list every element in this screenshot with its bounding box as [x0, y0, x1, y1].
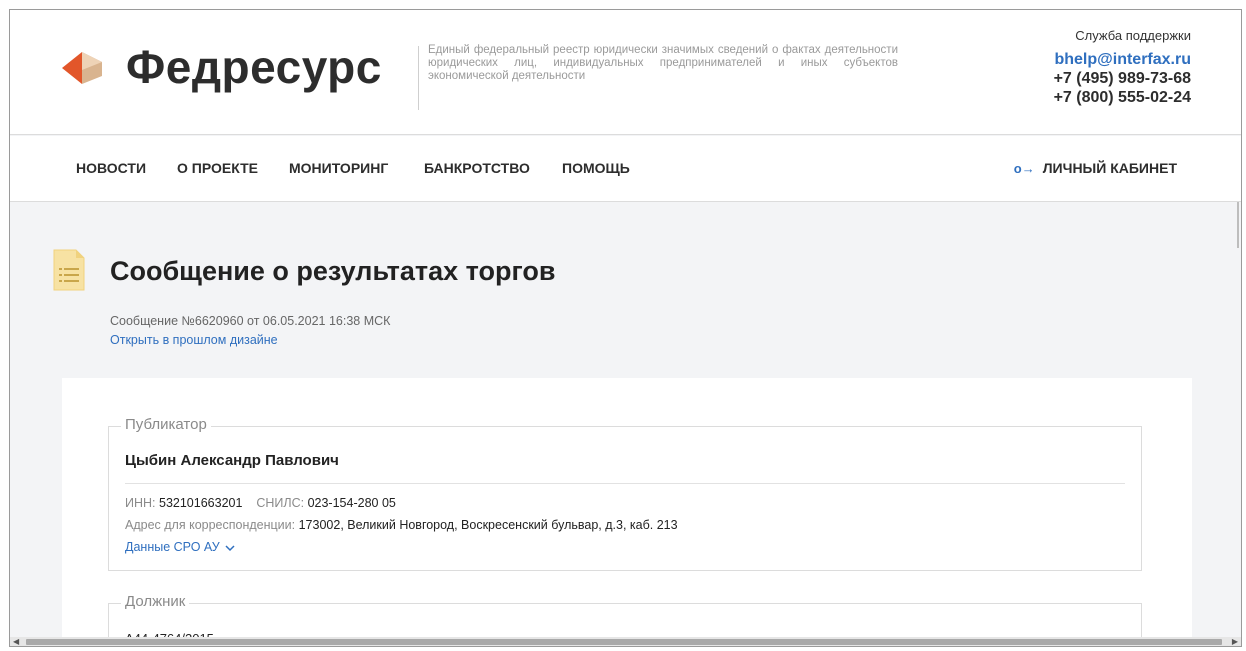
message-meta: Сообщение №6620960 от 06.05.2021 16:38 М… [110, 314, 391, 328]
debtor-legend: Должник [121, 593, 190, 610]
support-phone-1[interactable]: +7 (495) 989-73-68 [1054, 69, 1191, 88]
nav-item-bankruptcy[interactable]: БАНКРОТСТВО [424, 160, 530, 176]
header-divider [418, 46, 419, 110]
publisher-section: Публикатор Цыбин Александр Павлович ИНН:… [108, 416, 1142, 571]
sro-data-toggle[interactable]: Данные СРО АУ [125, 540, 235, 554]
nav-item-help[interactable]: ПОМОЩЬ [562, 160, 630, 176]
snils-label: СНИЛС: [256, 496, 305, 510]
main-nav: НОВОСТИ О ПРОЕКТЕ МОНИТОРИНГ БАНКРОТСТВО… [10, 136, 1241, 202]
support-phone-2[interactable]: +7 (800) 555-02-24 [1054, 88, 1191, 107]
site-header: Федресурс Единый федеральный реестр юрид… [10, 10, 1241, 135]
address-value: 173002, Великий Новгород, Воскресенский … [298, 518, 678, 532]
publisher-name: Цыбин Александр Павлович [125, 452, 339, 469]
page-title: Сообщение о результатах торгов [110, 256, 556, 286]
publisher-address: Адрес для корреспонденции: 173002, Велик… [125, 518, 678, 532]
vertical-scroll-thumb[interactable] [1237, 202, 1239, 248]
key-icon: o→ [1013, 161, 1035, 176]
chevron-down-icon [225, 545, 235, 551]
fedresurs-logo-icon[interactable] [62, 48, 102, 88]
personal-cabinet-link[interactable]: o→ ЛИЧНЫЙ КАБИНЕТ [1014, 160, 1177, 176]
old-design-link[interactable]: Открыть в прошлом дизайне [110, 333, 278, 347]
inn-value: 532101663201 [159, 496, 243, 510]
nav-item-news[interactable]: НОВОСТИ [76, 160, 146, 176]
horizontal-scroll-thumb[interactable] [26, 639, 1222, 645]
scroll-right-icon[interactable]: ▶ [1232, 637, 1238, 646]
support-block: Служба поддержки bhelp@interfax.ru +7 (4… [1054, 28, 1191, 107]
address-label: Адрес для корреспонденции: [125, 518, 296, 532]
nav-item-about[interactable]: О ПРОЕКТЕ [177, 160, 258, 176]
browser-viewport: Федресурс Единый федеральный реестр юрид… [9, 9, 1242, 647]
cabinet-label: ЛИЧНЫЙ КАБИНЕТ [1042, 160, 1177, 176]
horizontal-scrollbar[interactable]: ◀ ▶ [10, 637, 1241, 646]
vertical-scrollbar[interactable] [1233, 202, 1241, 248]
publisher-ids: ИНН: 532101663201 СНИЛС: 023-154-280 05 [125, 496, 396, 510]
support-title: Служба поддержки [1075, 28, 1191, 43]
message-card: Публикатор Цыбин Александр Павлович ИНН:… [62, 378, 1192, 646]
scroll-left-icon[interactable]: ◀ [13, 637, 19, 646]
sro-link-label: Данные СРО АУ [125, 540, 220, 554]
nav-item-monitoring[interactable]: МОНИТОРИНГ [289, 160, 388, 176]
brand-name[interactable]: Федресурс [126, 40, 382, 94]
document-icon [53, 249, 85, 291]
snils-value: 023-154-280 05 [307, 496, 396, 510]
support-email-link[interactable]: bhelp@interfax.ru [1054, 51, 1191, 69]
publisher-legend: Публикатор [121, 416, 211, 433]
inn-label: ИНН: [125, 496, 156, 510]
publisher-divider [125, 483, 1125, 484]
header-tagline: Единый федеральный реестр юридически зна… [428, 44, 898, 82]
